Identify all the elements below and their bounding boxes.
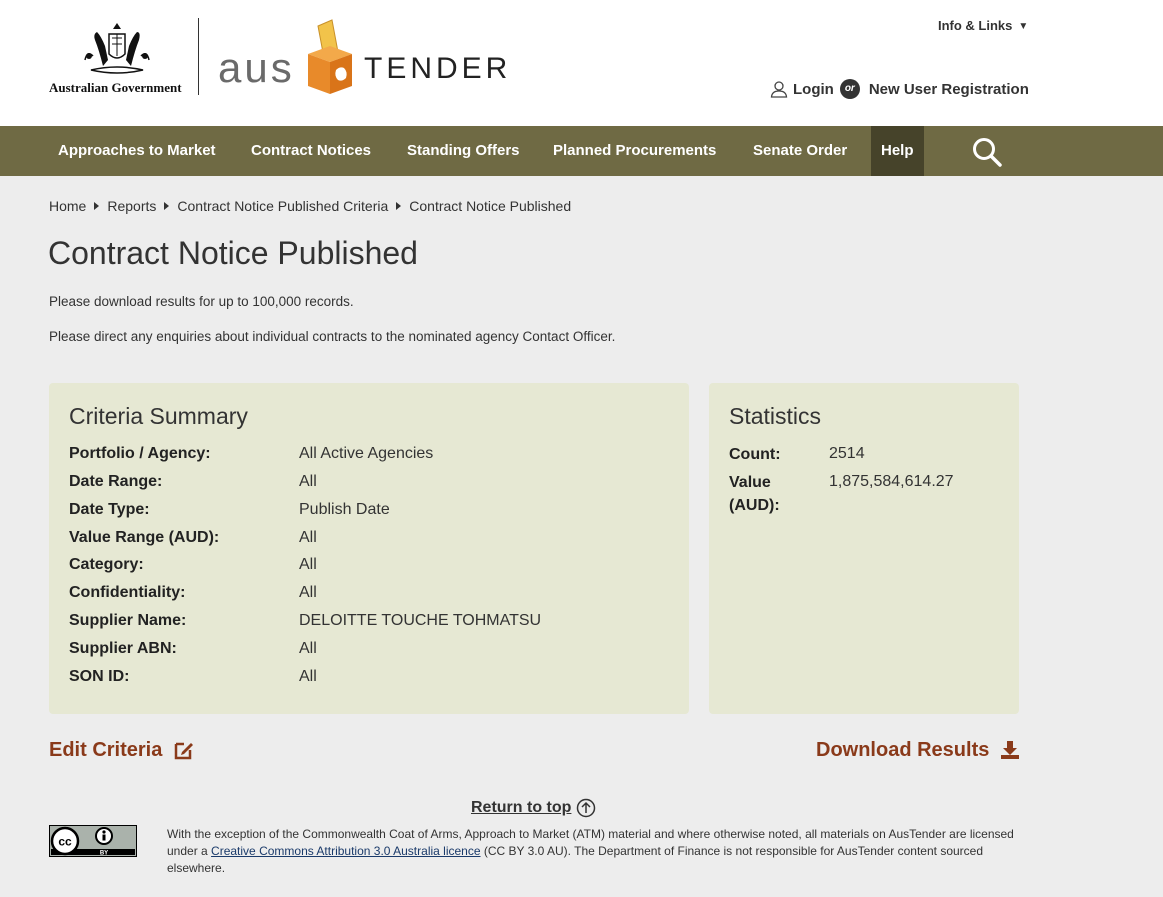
new-user-registration-link[interactable]: New User Registration — [869, 81, 1029, 98]
download-icon — [1001, 741, 1020, 759]
page-title: Contract Notice Published — [48, 235, 418, 271]
svg-text:cc: cc — [58, 835, 72, 849]
edit-criteria-link[interactable]: Edit Criteria — [49, 737, 195, 763]
count-value: 2514 — [829, 445, 865, 462]
or-badge: or — [839, 79, 860, 99]
criteria-value: All — [299, 529, 317, 546]
criteria-label: Category: — [69, 556, 144, 573]
breadcrumb: Home Reports Contract Notice Published C… — [49, 198, 571, 214]
caret-down-icon: ▼ — [1018, 21, 1029, 32]
info-links-dropdown[interactable]: Info & Links ▼ — [938, 18, 1028, 33]
intro-download-note: Please download results for up to 100,00… — [49, 294, 354, 309]
criteria-value: All — [299, 584, 317, 601]
creative-commons-licence-link[interactable]: Creative Commons Attribution 3.0 Austral… — [211, 844, 480, 858]
nav-standing-offers[interactable]: Standing Offers — [407, 126, 520, 176]
criteria-label: Portfolio / Agency: — [69, 445, 211, 462]
value-label: Value — [729, 474, 771, 491]
user-links: Login or New User Registration — [770, 78, 1029, 100]
criteria-value: All — [299, 640, 317, 657]
statistics-panel: Statistics Count: 2514 Value (AUD): 1,87… — [709, 383, 1019, 714]
edit-icon — [175, 742, 194, 760]
breadcrumb-arrow-icon — [94, 202, 100, 210]
cc-by-label: BY — [100, 851, 108, 857]
criteria-label: Value Range (AUD): — [69, 529, 220, 546]
breadcrumb-arrow-icon — [396, 202, 402, 210]
criteria-value: All — [299, 668, 317, 685]
site-header: Australian Government aus TENDER Info & … — [0, 0, 1163, 126]
coat-of-arms-icon — [84, 23, 150, 74]
nav-planned-procurements[interactable]: Planned Procurements — [553, 126, 716, 176]
criteria-value: All Active Agencies — [299, 445, 434, 462]
criteria-value: All — [299, 556, 317, 573]
info-links-label: Info & Links — [938, 18, 1013, 33]
breadcrumb-criteria[interactable]: Contract Notice Published Criteria — [177, 198, 388, 214]
arrow-up-circle-icon — [577, 798, 596, 818]
logo-tender-text: TENDER — [364, 52, 512, 85]
logo-divider — [198, 18, 199, 95]
login-link[interactable]: Login — [793, 81, 834, 98]
criteria-summary-title: Criteria Summary — [69, 403, 248, 429]
download-results-link[interactable]: Download Results — [816, 737, 1020, 763]
creative-commons-by-badge[interactable]: cc BY — [49, 825, 137, 857]
criteria-value: Publish Date — [299, 501, 390, 518]
government-name: Australian Government — [49, 80, 182, 95]
count-label: Count: — [729, 446, 781, 463]
breadcrumb-current: Contract Notice Published — [409, 198, 572, 214]
criteria-label: Supplier Name: — [69, 612, 187, 629]
austender-logo[interactable]: aus TENDER — [218, 18, 508, 98]
criteria-value: All — [299, 473, 317, 490]
value-label-unit: (AUD): — [729, 497, 780, 514]
logo-aus-text: aus — [218, 44, 295, 91]
nav-contract-notices[interactable]: Contract Notices — [251, 126, 371, 176]
breadcrumb-reports[interactable]: Reports — [107, 198, 156, 214]
criteria-label: Date Type: — [69, 501, 150, 518]
criteria-value: DELOITTE TOUCHE TOHMATSU — [299, 612, 542, 629]
criteria-label: Confidentiality: — [69, 584, 186, 601]
intro-enquiries-note: Please direct any enquiries about indivi… — [49, 329, 616, 344]
nav-approaches-to-market[interactable]: Approaches to Market — [58, 126, 216, 176]
breadcrumb-home[interactable]: Home — [49, 198, 86, 214]
value-amount: 1,875,584,614.27 — [829, 473, 954, 490]
australian-government-logo[interactable]: Australian Government — [49, 20, 189, 96]
download-results-label: Download Results — [816, 738, 990, 761]
nav-senate-order[interactable]: Senate Order — [753, 126, 847, 176]
ballot-box-icon — [308, 19, 352, 94]
criteria-label: Date Range: — [69, 473, 163, 490]
criteria-label: SON ID: — [69, 668, 130, 685]
edit-criteria-label: Edit Criteria — [49, 738, 163, 761]
return-to-top-label: Return to top — [471, 799, 572, 816]
criteria-label: Supplier ABN: — [69, 640, 177, 657]
statistics-title: Statistics — [729, 403, 822, 429]
search-icon[interactable] — [971, 136, 1003, 168]
user-icon — [770, 81, 788, 98]
nav-help[interactable]: Help — [871, 126, 924, 176]
return-to-top-link[interactable]: Return to top — [471, 797, 596, 819]
criteria-summary-panel: Criteria Summary Portfolio / Agency: All… — [49, 383, 689, 714]
license-notice: With the exception of the Commonwealth C… — [167, 826, 1027, 877]
breadcrumb-arrow-icon — [164, 202, 170, 210]
